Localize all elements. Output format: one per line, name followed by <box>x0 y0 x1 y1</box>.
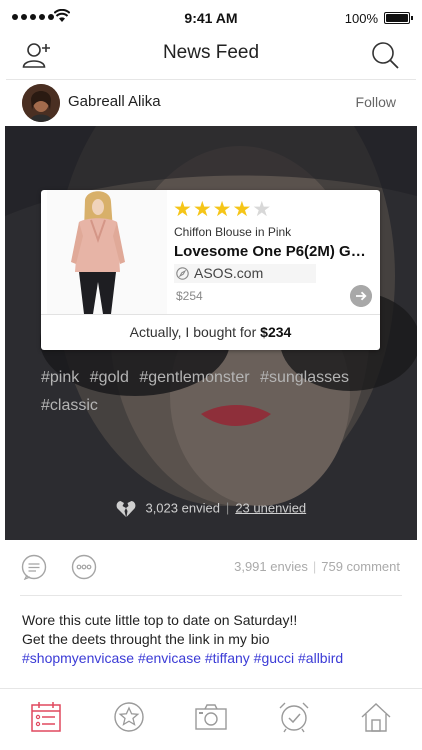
more-options-icon[interactable] <box>71 554 97 580</box>
tab-bar-divider <box>0 688 422 689</box>
star-filled-icon: ★ <box>173 197 192 221</box>
envies-count[interactable]: 3,991 envies <box>234 559 308 574</box>
unenvied-link[interactable]: 23 unenvied <box>235 500 306 515</box>
star-filled-icon: ★ <box>212 197 232 221</box>
alarm-clock-icon[interactable] <box>277 700 311 734</box>
page-title: News Feed <box>162 42 260 63</box>
comment-icon[interactable] <box>21 554 47 580</box>
product-name[interactable]: Lovesome One P6(2M) Gol··· <box>174 243 374 260</box>
counts-separator: | <box>312 559 317 574</box>
product-subtitle: Chiffon Blouse in Pink <box>174 225 292 239</box>
status-bar: 9:41 AM 100% <box>0 0 422 36</box>
engagement-counts: 3,991 envies | 759 comment <box>234 559 400 574</box>
stats-separator: | <box>225 500 230 516</box>
compass-icon <box>176 267 189 280</box>
actions-divider <box>20 595 402 596</box>
broken-heart-icon[interactable] <box>116 500 136 518</box>
post-author-row: Gabreall Alika Follow <box>0 80 422 126</box>
hashtag-gentlemonster[interactable]: #gentlemonster <box>139 369 249 386</box>
product-price: $254 <box>176 289 203 303</box>
calendar-list-icon[interactable] <box>29 700 63 734</box>
author-name[interactable]: Gabreall Alika <box>68 93 161 110</box>
post-image[interactable]: ★ ★ ★ ★ ★ Chiffon Blouse in Pink Lovesome On… <box>5 126 417 540</box>
hashtag-sunglasses[interactable]: #sunglasses <box>260 369 349 386</box>
store-link[interactable]: ASOS.com <box>174 264 316 283</box>
star-icon[interactable] <box>112 700 146 734</box>
battery-icon <box>384 12 413 24</box>
tab-bar <box>0 690 422 750</box>
caption-line-2: Get the deets throught the link in my bi… <box>22 631 270 647</box>
comments-count[interactable]: 759 comment <box>321 559 400 574</box>
hashtag-list: #pink #gold #gentlemonster #sunglasses #… <box>41 364 401 420</box>
battery-percentage: 100% <box>344 11 378 26</box>
search-icon[interactable] <box>370 40 400 70</box>
arrow-right-icon[interactable] <box>350 285 372 307</box>
star-empty-icon: ★ <box>252 197 272 221</box>
bought-price: $234 <box>260 324 292 340</box>
hashtag-classic[interactable]: #classic <box>41 397 98 414</box>
product-rating: ★ ★ ★ ★ ★ <box>173 198 271 220</box>
post-caption: Wore this cute little top to date on Sat… <box>22 611 412 668</box>
hashtag-pink[interactable]: #pink <box>41 369 79 386</box>
home-icon[interactable] <box>359 700 393 734</box>
camera-icon[interactable] <box>194 700 228 734</box>
star-filled-icon: ★ <box>192 197 212 221</box>
post-actions: 3,991 envies | 759 comment <box>0 545 422 589</box>
avatar[interactable] <box>22 84 60 122</box>
bought-price-row: Actually, I bought for $234 <box>41 315 380 350</box>
store-name: ASOS.com <box>194 265 264 281</box>
envy-stats: 3,023 envied | 23 unenvied <box>5 500 417 518</box>
product-thumbnail[interactable] <box>47 190 167 314</box>
hashtag-gold[interactable]: #gold <box>90 369 129 386</box>
product-card[interactable]: ★ ★ ★ ★ ★ Chiffon Blouse in Pink Lovesome On… <box>41 190 380 350</box>
envied-count: 3,023 envied <box>145 500 220 516</box>
nav-bar: News Feed <box>0 36 422 78</box>
star-filled-icon: ★ <box>232 197 252 221</box>
bought-label: Actually, I bought for <box>129 324 261 340</box>
follow-button[interactable]: Follow <box>356 94 396 110</box>
caption-line-1: Wore this cute little top to date on Sat… <box>22 612 298 628</box>
caption-hashtags[interactable]: #shopmyenvicase #envicase #tiffany #gucc… <box>22 649 412 668</box>
